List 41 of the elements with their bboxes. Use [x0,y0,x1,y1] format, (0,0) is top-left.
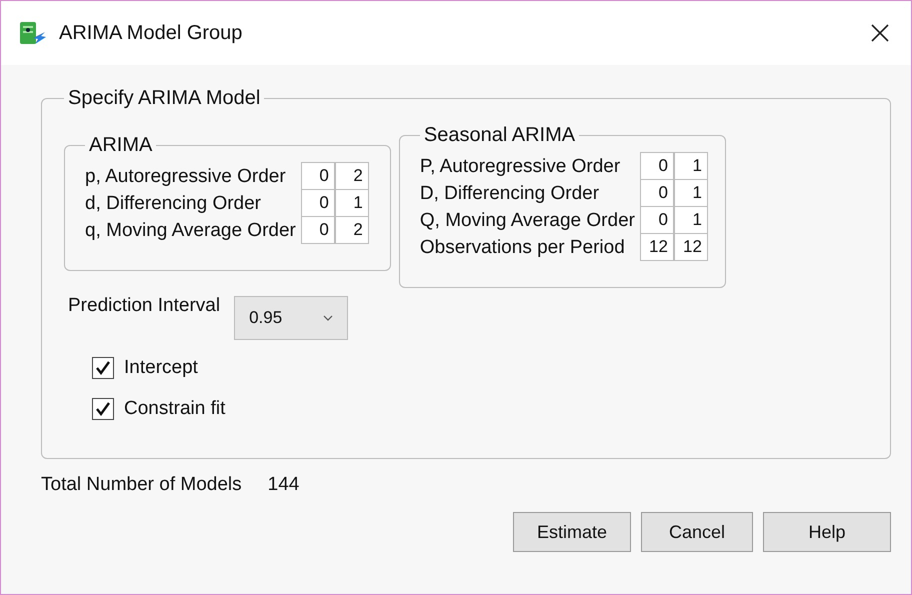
checkbox[interactable] [92,356,114,378]
parameter-label: q, Moving Average Order [85,219,297,243]
dialog-button[interactable]: Help [763,512,891,552]
app-icon [19,20,47,46]
check-icon [95,360,111,376]
dialog-button[interactable]: Estimate [513,512,631,552]
dialog-button[interactable]: Cancel [641,512,753,552]
group-title: Specify ARIMA Model [67,87,262,110]
prediction-interval-label: Prediction Interval [68,294,222,318]
checkbox-label: Intercept [124,356,199,380]
order-from-field[interactable]: 0 [640,206,674,234]
parameter-label: p, Autoregressive Order [85,165,287,189]
order-from-field[interactable]: 12 [640,233,674,261]
parameter-label: D, Differencing Order [420,182,600,206]
order-to-field[interactable]: 12 [674,233,708,261]
prediction-interval-dropdown[interactable]: 0.95 [234,296,348,340]
total-models-label: Total Number of Models [41,473,243,497]
order-from-field[interactable]: 0 [640,152,674,180]
group-title: ARIMA [88,134,154,157]
order-to-field[interactable]: 1 [674,206,708,234]
group-title: Seasonal ARIMA [422,124,576,147]
parameter-label: P, Autoregressive Order [420,155,622,179]
order-to-field[interactable]: 1 [674,152,708,180]
parameter-label: Observations per Period [420,236,626,260]
parameter-label: d, Differencing Order [85,192,262,216]
order-from-field[interactable]: 0 [300,162,335,190]
window-title: ARIMA Model Group [59,22,244,44]
total-models-value: 144 [268,473,300,497]
caret-icon [323,315,334,321]
order-from-field[interactable]: 0 [640,179,674,207]
order-to-field[interactable]: 2 [334,162,369,190]
order-to-field[interactable]: 2 [334,216,369,244]
check-icon [95,400,111,416]
order-to-field[interactable]: 1 [334,189,369,217]
order-to-field[interactable]: 1 [674,179,708,207]
checkbox-label: Constrain fit [124,397,226,421]
close-icon [871,24,889,42]
parameter-label: Q, Moving Average Order [420,209,636,233]
order-from-field[interactable]: 0 [300,216,335,244]
order-from-field[interactable]: 0 [300,189,335,217]
checkbox[interactable] [92,398,114,420]
